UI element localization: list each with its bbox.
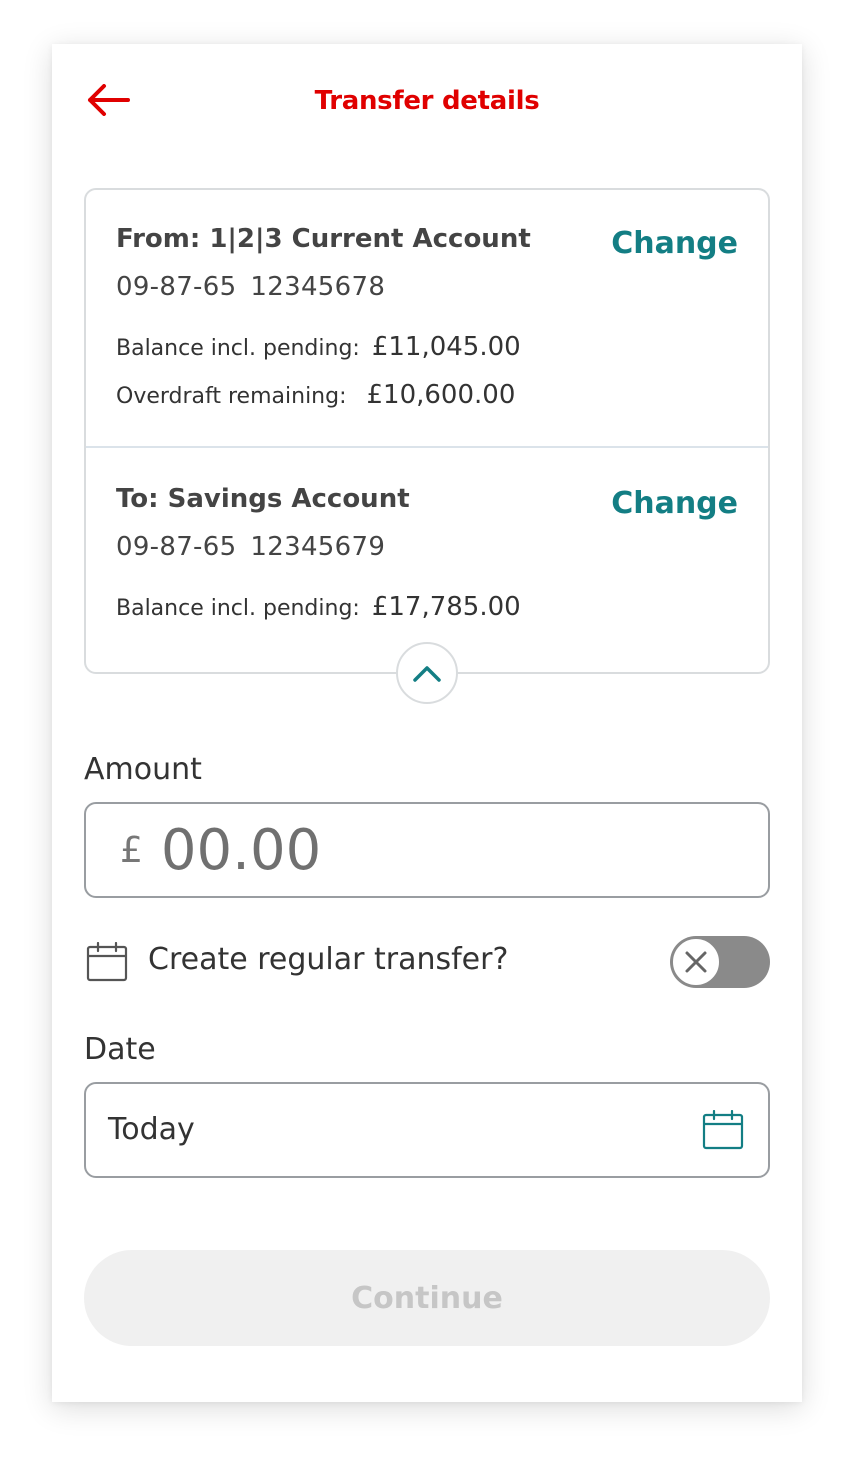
calendar-picker-icon[interactable]: [702, 1110, 744, 1150]
regular-transfer-toggle[interactable]: [670, 936, 770, 988]
close-icon: [685, 951, 707, 973]
from-overdraft-row: Overdraft remaining: £10,600.00: [116, 380, 515, 410]
from-balance-value: £11,045.00: [371, 332, 521, 362]
page-title: Transfer details: [314, 86, 540, 116]
header: Transfer details: [52, 44, 802, 162]
chevron-up-icon: [413, 666, 441, 682]
from-balance-row: Balance incl. pending: £11,045.00: [116, 332, 521, 362]
calendar-icon: [86, 942, 128, 982]
date-value: Today: [108, 1112, 195, 1147]
amount-field[interactable]: £: [84, 802, 770, 898]
to-balance-label: Balance incl. pending:: [116, 596, 360, 621]
from-account-number: 12345678: [250, 272, 386, 302]
currency-symbol: £: [120, 829, 143, 871]
from-sort-code: 09-87-65: [116, 272, 237, 302]
from-balance-label: Balance incl. pending:: [116, 336, 360, 361]
amount-input[interactable]: [160, 817, 661, 883]
from-account-section: From: 1|2|3 Current Account Change 09-87…: [86, 190, 768, 448]
to-account-section: To: Savings Account Change 09-87-65 12345…: [86, 448, 768, 672]
to-sort-code: 09-87-65: [116, 532, 237, 562]
to-account-number: 12345679: [250, 532, 386, 562]
date-field[interactable]: Today: [84, 1082, 770, 1178]
change-to-account-link[interactable]: Change: [611, 486, 738, 521]
from-account-name: From: 1|2|3 Current Account: [116, 224, 531, 254]
continue-button[interactable]: Continue: [84, 1250, 770, 1346]
from-overdraft-value: £10,600.00: [366, 380, 516, 410]
regular-transfer-row: Create regular transfer?: [84, 936, 770, 988]
accounts-card: From: 1|2|3 Current Account Change 09-87…: [84, 188, 770, 674]
to-balance-row: Balance incl. pending: £17,785.00: [116, 592, 521, 622]
from-account-details: 09-87-65 12345678: [116, 272, 385, 302]
collapse-accounts-button[interactable]: [396, 642, 458, 704]
to-account-details: 09-87-65 12345679: [116, 532, 385, 562]
amount-label: Amount: [84, 752, 202, 787]
from-overdraft-label: Overdraft remaining:: [116, 384, 347, 409]
date-label: Date: [84, 1032, 156, 1067]
change-from-account-link[interactable]: Change: [611, 226, 738, 261]
transfer-details-screen: Transfer details From: 1|2|3 Current Acc…: [52, 44, 802, 1402]
toggle-knob: [671, 937, 721, 987]
to-account-name: To: Savings Account: [116, 484, 410, 514]
regular-transfer-label: Create regular transfer?: [148, 942, 509, 977]
to-balance-value: £17,785.00: [371, 592, 521, 622]
